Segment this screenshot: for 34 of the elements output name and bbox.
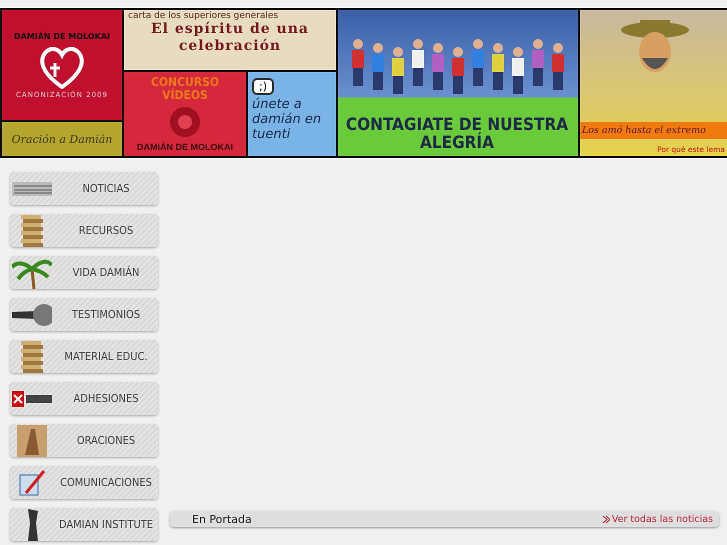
microphone-icon bbox=[12, 302, 52, 328]
contest-title: CONCURSO VÍDEOS bbox=[150, 76, 220, 102]
nav-button[interactable]: VIDA DAMIÁN bbox=[10, 256, 158, 289]
prayer-link[interactable]: Oración a Damián bbox=[2, 122, 122, 156]
camera-lens-icon bbox=[168, 105, 202, 139]
contest-banner[interactable]: CONCURSO VÍDEOS DAMIÁN DE MOLOKAI bbox=[124, 72, 246, 156]
document-pen-icon bbox=[18, 468, 46, 496]
contest-footer: DAMIÁN DE MOLOKAI bbox=[137, 142, 233, 152]
praying-hands-icon bbox=[17, 424, 47, 456]
nav-button[interactable]: NOTICIAS bbox=[10, 172, 158, 205]
palm-tree-icon bbox=[12, 256, 52, 288]
nav-button[interactable]: MATERIAL EDUC. bbox=[10, 340, 158, 373]
section-title: En Portada bbox=[192, 512, 252, 526]
tuenti-text: únete a damián en tuenti bbox=[252, 97, 322, 142]
letter-banner[interactable]: carta de los superiores generales El espíritu de una celebración bbox=[124, 10, 336, 70]
tuenti-badge: ;) bbox=[252, 78, 274, 95]
letter-caption: carta de los superiores generales bbox=[128, 11, 278, 21]
motto-text: Los amó hasta el extremo bbox=[580, 122, 727, 139]
nav-button[interactable]: ADHESIONES bbox=[10, 382, 158, 415]
nav-button[interactable]: COMUNICACIONES bbox=[10, 466, 158, 499]
tuenti-banner[interactable]: ;) únete a damián en tuenti bbox=[248, 72, 336, 156]
foundation-logo-icon bbox=[12, 390, 52, 406]
paper-stack-icon bbox=[19, 214, 45, 246]
view-all-news-link[interactable]: Ver todas las noticias bbox=[602, 514, 713, 524]
joy-headline: CONTAGIATE DE NUESTRA ALEGRÍA bbox=[344, 116, 570, 152]
joy-banner[interactable]: CONTAGIATE DE NUESTRA ALEGRÍA bbox=[338, 10, 578, 156]
letter-title: El espíritu de una celebración bbox=[150, 21, 310, 55]
nav-button[interactable]: DAMIAN INSTITUTE bbox=[10, 508, 158, 541]
nav-button[interactable]: TESTIMONIOS bbox=[10, 298, 158, 331]
nav-button[interactable]: ORACIONES bbox=[10, 424, 158, 457]
paper-stack-icon bbox=[19, 340, 45, 372]
logo-title: DAMIÁN DE MOLOKAI bbox=[14, 32, 110, 40]
nav-button[interactable]: RECURSOS bbox=[10, 214, 158, 247]
chevron-icon bbox=[602, 514, 610, 524]
